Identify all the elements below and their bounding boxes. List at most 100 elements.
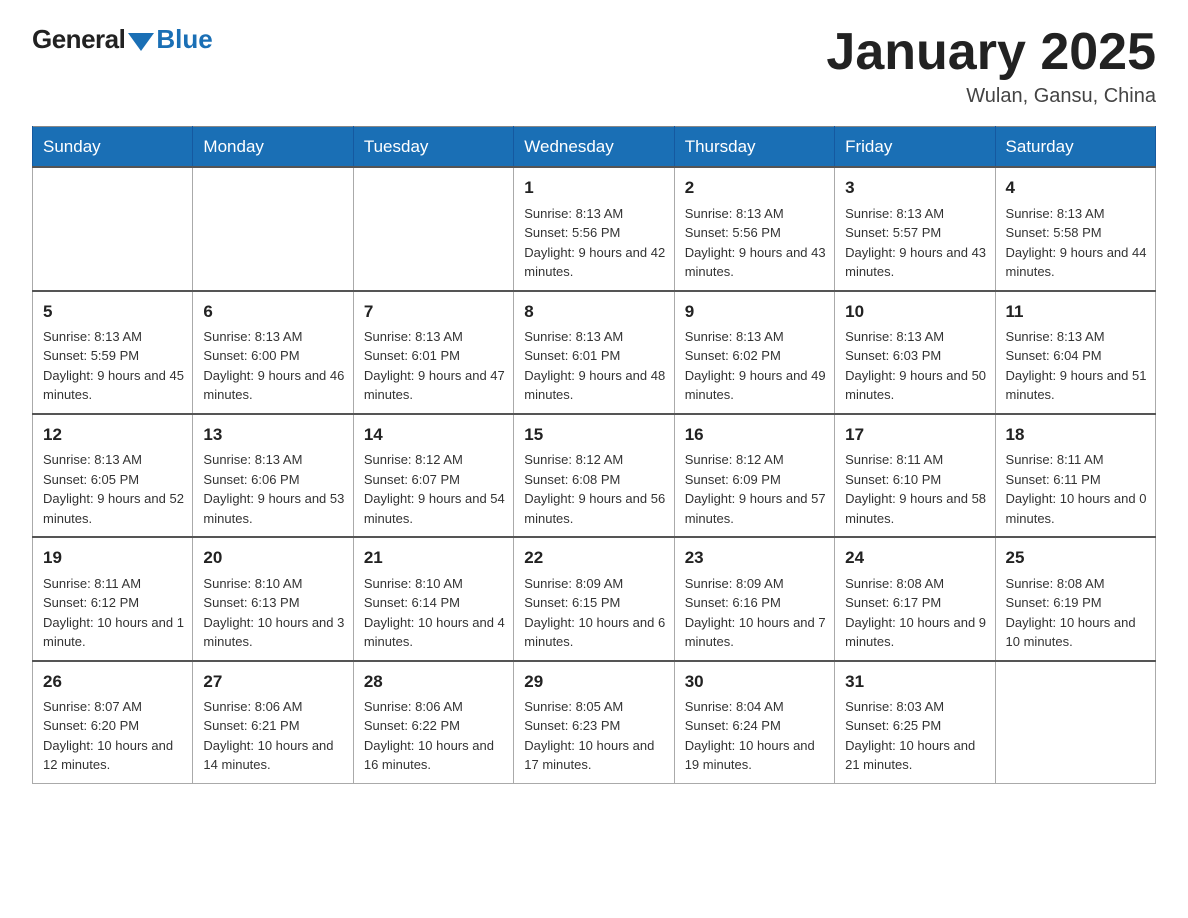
calendar-cell: 18Sunrise: 8:11 AM Sunset: 6:11 PM Dayli… xyxy=(995,414,1155,537)
day-number: 12 xyxy=(43,422,184,448)
day-info: Sunrise: 8:09 AM Sunset: 6:15 PM Dayligh… xyxy=(524,574,665,652)
month-year-title: January 2025 xyxy=(826,24,1156,81)
day-number: 21 xyxy=(364,545,505,571)
calendar-cell: 26Sunrise: 8:07 AM Sunset: 6:20 PM Dayli… xyxy=(33,661,193,784)
day-info: Sunrise: 8:03 AM Sunset: 6:25 PM Dayligh… xyxy=(845,697,986,775)
day-number: 11 xyxy=(1006,299,1147,325)
day-number: 24 xyxy=(845,545,986,571)
calendar-cell xyxy=(353,167,513,290)
calendar-cell: 6Sunrise: 8:13 AM Sunset: 6:00 PM Daylig… xyxy=(193,291,353,414)
calendar-cell: 20 Sunrise: 8:10 AM Sunset: 6:13 PM Dayli… xyxy=(193,537,353,660)
day-number: 5 xyxy=(43,299,184,325)
logo-blue-text: Blue xyxy=(156,24,212,55)
calendar-week-row: 12Sunrise: 8:13 AM Sunset: 6:05 PM Dayli… xyxy=(33,414,1156,537)
calendar-cell: 19 Sunrise: 8:11 AM Sunset: 6:12 PM Dayli… xyxy=(33,537,193,660)
day-number: 10 xyxy=(845,299,986,325)
calendar-cell: 3 Sunrise: 8:13 AM Sunset: 5:57 PM Daylig… xyxy=(835,167,995,290)
day-number: 14 xyxy=(364,422,505,448)
day-info: Sunrise: 8:04 AM Sunset: 6:24 PM Dayligh… xyxy=(685,697,826,775)
logo: General Blue xyxy=(32,24,213,55)
day-info: Sunrise: 8:12 AM Sunset: 6:07 PM Dayligh… xyxy=(364,450,505,528)
day-number: 9 xyxy=(685,299,826,325)
calendar-cell: 2 Sunrise: 8:13 AM Sunset: 5:56 PM Daylig… xyxy=(674,167,834,290)
calendar-cell: 13Sunrise: 8:13 AM Sunset: 6:06 PM Dayli… xyxy=(193,414,353,537)
day-info: Sunrise: 8:08 AM Sunset: 6:19 PM Dayligh… xyxy=(1006,574,1147,652)
day-info: Sunrise: 8:13 AM Sunset: 5:56 PM Dayligh… xyxy=(524,204,665,282)
day-info: Sunrise: 8:13 AM Sunset: 6:05 PM Dayligh… xyxy=(43,450,184,528)
day-info: Sunrise: 8:13 AM Sunset: 5:57 PM Dayligh… xyxy=(845,204,986,282)
day-info: Sunrise: 8:12 AM Sunset: 6:08 PM Dayligh… xyxy=(524,450,665,528)
column-header-wednesday: Wednesday xyxy=(514,127,674,168)
day-number: 20 xyxy=(203,545,344,571)
day-info: Sunrise: 8:13 AM Sunset: 6:01 PM Dayligh… xyxy=(524,327,665,405)
calendar-cell xyxy=(995,661,1155,784)
calendar-week-row: 19 Sunrise: 8:11 AM Sunset: 6:12 PM Dayli… xyxy=(33,537,1156,660)
day-number: 13 xyxy=(203,422,344,448)
calendar-cell: 14Sunrise: 8:12 AM Sunset: 6:07 PM Dayli… xyxy=(353,414,513,537)
calendar-table: SundayMondayTuesdayWednesdayThursdayFrid… xyxy=(32,126,1156,784)
day-number: 8 xyxy=(524,299,665,325)
calendar-cell xyxy=(33,167,193,290)
day-info: Sunrise: 8:10 AM Sunset: 6:14 PM Dayligh… xyxy=(364,574,505,652)
day-number: 29 xyxy=(524,669,665,695)
day-number: 31 xyxy=(845,669,986,695)
calendar-cell: 4 Sunrise: 8:13 AM Sunset: 5:58 PM Daylig… xyxy=(995,167,1155,290)
calendar-cell: 30Sunrise: 8:04 AM Sunset: 6:24 PM Dayli… xyxy=(674,661,834,784)
calendar-week-row: 5Sunrise: 8:13 AM Sunset: 5:59 PM Daylig… xyxy=(33,291,1156,414)
day-info: Sunrise: 8:13 AM Sunset: 6:02 PM Dayligh… xyxy=(685,327,826,405)
calendar-cell: 11Sunrise: 8:13 AM Sunset: 6:04 PM Dayli… xyxy=(995,291,1155,414)
column-header-sunday: Sunday xyxy=(33,127,193,168)
day-info: Sunrise: 8:11 AM Sunset: 6:12 PM Dayligh… xyxy=(43,574,184,652)
calendar-cell: 31Sunrise: 8:03 AM Sunset: 6:25 PM Dayli… xyxy=(835,661,995,784)
day-number: 23 xyxy=(685,545,826,571)
day-number: 27 xyxy=(203,669,344,695)
day-number: 7 xyxy=(364,299,505,325)
day-number: 3 xyxy=(845,175,986,201)
day-info: Sunrise: 8:10 AM Sunset: 6:13 PM Dayligh… xyxy=(203,574,344,652)
day-info: Sunrise: 8:06 AM Sunset: 6:21 PM Dayligh… xyxy=(203,697,344,775)
day-number: 25 xyxy=(1006,545,1147,571)
day-info: Sunrise: 8:13 AM Sunset: 5:59 PM Dayligh… xyxy=(43,327,184,405)
day-number: 18 xyxy=(1006,422,1147,448)
calendar-cell: 12Sunrise: 8:13 AM Sunset: 6:05 PM Dayli… xyxy=(33,414,193,537)
location-subtitle: Wulan, Gansu, China xyxy=(826,85,1156,108)
day-info: Sunrise: 8:13 AM Sunset: 6:01 PM Dayligh… xyxy=(364,327,505,405)
calendar-week-row: 26Sunrise: 8:07 AM Sunset: 6:20 PM Dayli… xyxy=(33,661,1156,784)
day-info: Sunrise: 8:13 AM Sunset: 6:04 PM Dayligh… xyxy=(1006,327,1147,405)
day-number: 1 xyxy=(524,175,665,201)
day-info: Sunrise: 8:08 AM Sunset: 6:17 PM Dayligh… xyxy=(845,574,986,652)
page-header: General Blue January 2025 Wulan, Gansu, … xyxy=(32,24,1156,108)
title-block: January 2025 Wulan, Gansu, China xyxy=(826,24,1156,108)
calendar-cell: 25 Sunrise: 8:08 AM Sunset: 6:19 PM Dayli… xyxy=(995,537,1155,660)
day-info: Sunrise: 8:13 AM Sunset: 5:56 PM Dayligh… xyxy=(685,204,826,282)
logo-arrow-icon xyxy=(128,33,154,51)
day-number: 2 xyxy=(685,175,826,201)
column-header-thursday: Thursday xyxy=(674,127,834,168)
calendar-cell: 28Sunrise: 8:06 AM Sunset: 6:22 PM Dayli… xyxy=(353,661,513,784)
day-number: 4 xyxy=(1006,175,1147,201)
day-number: 28 xyxy=(364,669,505,695)
day-info: Sunrise: 8:09 AM Sunset: 6:16 PM Dayligh… xyxy=(685,574,826,652)
calendar-cell: 15Sunrise: 8:12 AM Sunset: 6:08 PM Dayli… xyxy=(514,414,674,537)
calendar-cell: 9Sunrise: 8:13 AM Sunset: 6:02 PM Daylig… xyxy=(674,291,834,414)
calendar-cell: 7Sunrise: 8:13 AM Sunset: 6:01 PM Daylig… xyxy=(353,291,513,414)
day-number: 26 xyxy=(43,669,184,695)
column-header-friday: Friday xyxy=(835,127,995,168)
column-header-saturday: Saturday xyxy=(995,127,1155,168)
logo-general-text: General xyxy=(32,24,125,55)
day-info: Sunrise: 8:05 AM Sunset: 6:23 PM Dayligh… xyxy=(524,697,665,775)
day-number: 17 xyxy=(845,422,986,448)
calendar-cell: 27Sunrise: 8:06 AM Sunset: 6:21 PM Dayli… xyxy=(193,661,353,784)
calendar-cell: 5Sunrise: 8:13 AM Sunset: 5:59 PM Daylig… xyxy=(33,291,193,414)
column-header-tuesday: Tuesday xyxy=(353,127,513,168)
day-number: 22 xyxy=(524,545,665,571)
calendar-cell: 21 Sunrise: 8:10 AM Sunset: 6:14 PM Dayli… xyxy=(353,537,513,660)
day-info: Sunrise: 8:13 AM Sunset: 6:00 PM Dayligh… xyxy=(203,327,344,405)
calendar-cell xyxy=(193,167,353,290)
calendar-cell: 24 Sunrise: 8:08 AM Sunset: 6:17 PM Dayli… xyxy=(835,537,995,660)
day-info: Sunrise: 8:13 AM Sunset: 5:58 PM Dayligh… xyxy=(1006,204,1147,282)
day-info: Sunrise: 8:11 AM Sunset: 6:10 PM Dayligh… xyxy=(845,450,986,528)
day-number: 19 xyxy=(43,545,184,571)
day-info: Sunrise: 8:07 AM Sunset: 6:20 PM Dayligh… xyxy=(43,697,184,775)
day-number: 30 xyxy=(685,669,826,695)
